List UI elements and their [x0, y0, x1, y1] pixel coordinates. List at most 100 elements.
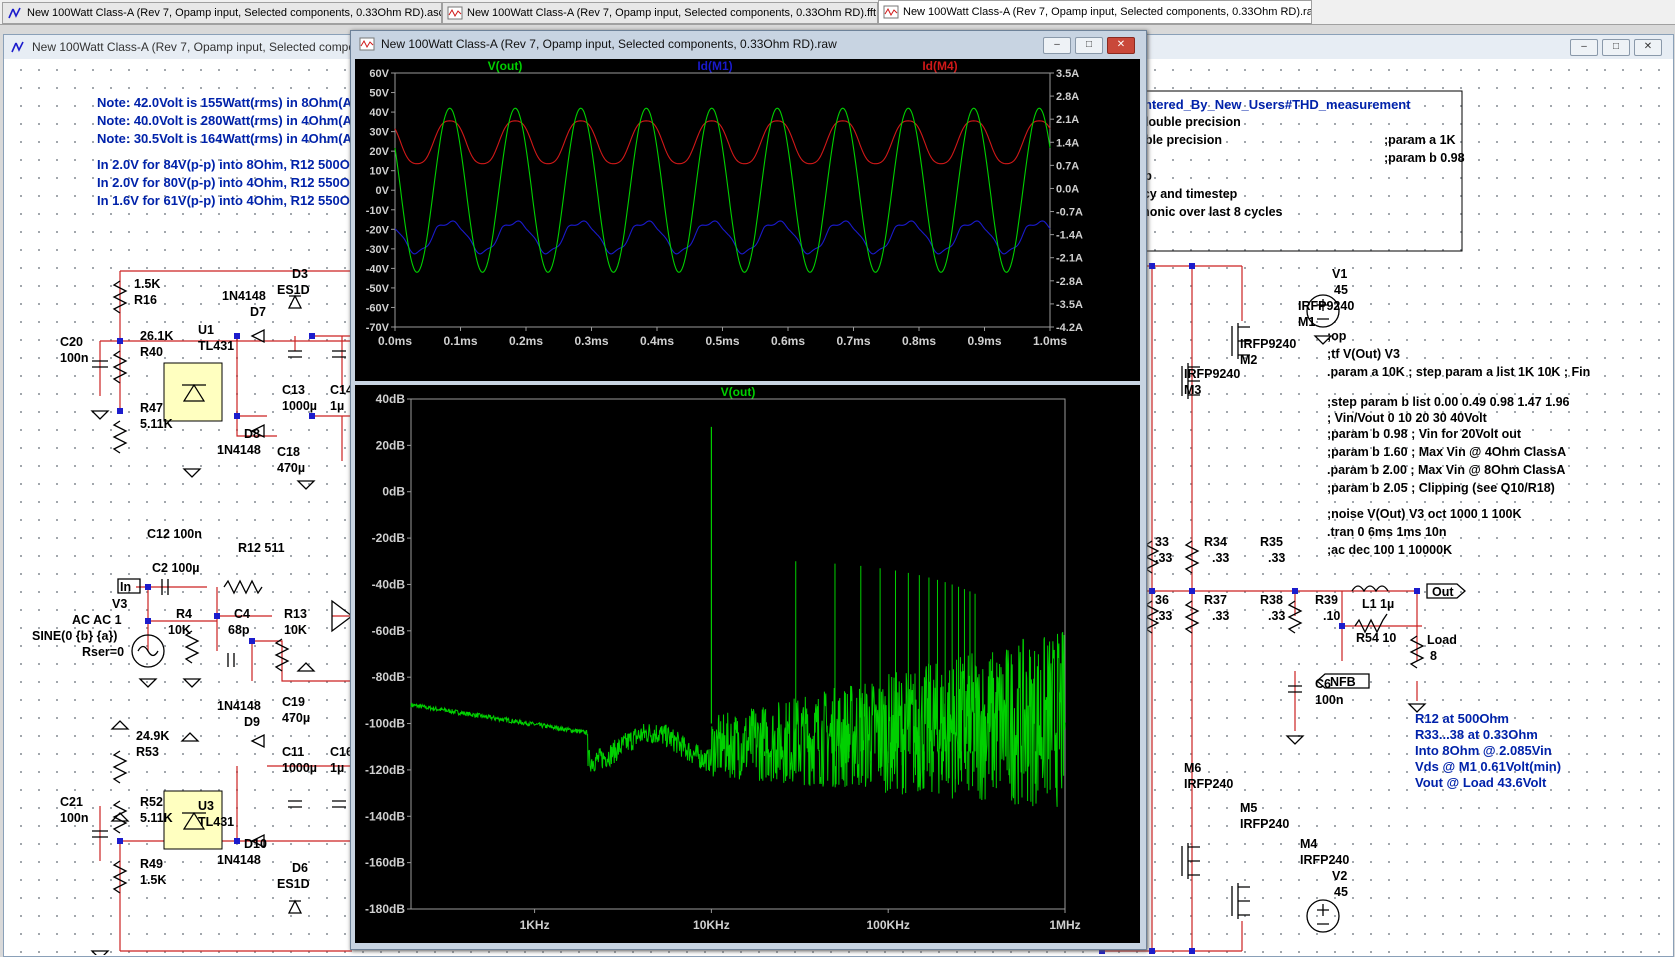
spice-directive[interactable]: ;param b 0.98 ; Vin for 20Volt out — [1327, 427, 1521, 441]
component-value[interactable]: .33 — [1155, 551, 1172, 565]
component-ref[interactable]: R49 — [140, 857, 163, 871]
component-value[interactable]: Rser=0 — [82, 645, 124, 659]
spice-directive[interactable]: .param a 10K ; step param a list 1K 10K … — [1327, 365, 1590, 379]
component-value[interactable]: TL431 — [198, 815, 234, 829]
component-ref[interactable]: R4 — [176, 607, 192, 621]
component-ref[interactable]: D10 — [244, 837, 267, 851]
spice-directive[interactable]: ;noise V(Out) V3 oct 1000 1 100K — [1327, 507, 1522, 521]
component-value[interactable]: 1.5K — [134, 277, 160, 291]
spice-directive[interactable]: ;step param b list 0.00 0.49 0.98 1.47 1… — [1327, 395, 1570, 409]
component-ref[interactable]: R40 — [140, 345, 163, 359]
component-value[interactable]: 1000µ — [282, 399, 317, 413]
close-button[interactable]: ✕ — [1634, 39, 1662, 56]
component-value[interactable]: 1N4148 — [217, 699, 261, 713]
component-value[interactable]: IRFP9240 — [1240, 337, 1296, 351]
component-ref[interactable]: D9 — [244, 715, 260, 729]
component-value[interactable]: SINE(0 {b} {a}) — [32, 629, 117, 643]
component-value[interactable]: 1N4148 — [217, 853, 261, 867]
component-ref[interactable]: M2 — [1240, 353, 1257, 367]
out-port-label[interactable]: Out — [1432, 585, 1454, 599]
transient-plot-pane[interactable]: 60V 50V 40V 30V 20V 10V 0V -10V -20V -30V -40V -50V… — [355, 59, 1140, 381]
component-ref[interactable]: D7 — [250, 305, 266, 319]
component-ref[interactable]: D6 — [292, 861, 308, 875]
component-label[interactable]: C2 100µ — [152, 561, 200, 575]
component-value[interactable]: 68p — [228, 623, 250, 637]
nfb-port-label[interactable]: NFB — [1330, 675, 1356, 689]
component-value[interactable]: .10 — [1323, 609, 1340, 623]
component-value[interactable]: 24.9K — [136, 729, 169, 743]
component-ref[interactable]: M5 — [1240, 801, 1257, 815]
spice-directive[interactable]: .param b 2.00 ; Max Vin @ 8Ohm ClassA — [1327, 463, 1565, 477]
component-value[interactable]: 100n — [1315, 693, 1344, 707]
component-value[interactable]: 45 — [1334, 885, 1348, 899]
component-ref[interactable]: C6 — [1315, 677, 1331, 691]
component-value[interactable]: .33 — [1155, 609, 1172, 623]
component-ref[interactable]: R34 — [1204, 535, 1227, 549]
component-ref[interactable]: U1 — [198, 323, 214, 337]
component-label[interactable]: L1 1µ — [1362, 597, 1394, 611]
component-value[interactable]: AC AC 1 — [72, 613, 122, 627]
component-ref[interactable]: V1 — [1332, 267, 1347, 281]
component-ref[interactable]: Load — [1427, 633, 1457, 647]
component-ref[interactable]: C13 — [282, 383, 305, 397]
component-value[interactable]: .33 — [1212, 609, 1229, 623]
component-ref[interactable]: M1 — [1298, 315, 1315, 329]
component-value[interactable]: 10K — [168, 623, 191, 637]
component-value[interactable]: 470µ — [277, 461, 305, 475]
component-ref[interactable]: U3 — [198, 799, 214, 813]
minimize-button[interactable]: ‒ — [1570, 39, 1598, 56]
component-value[interactable]: .33 — [1212, 551, 1229, 565]
tab-raw[interactable]: New 100Watt Class-A (Rev 7, Opamp input,… — [878, 0, 1312, 24]
component-value[interactable]: 1µ — [330, 399, 344, 413]
component-value[interactable]: 100n — [60, 811, 89, 825]
component-ref[interactable]: 36 — [1155, 593, 1169, 607]
component-value[interactable]: 26.1K — [140, 329, 173, 343]
component-value[interactable]: ES1D — [277, 877, 310, 891]
component-ref[interactable]: V3 — [112, 597, 127, 611]
component-ref[interactable]: 33 — [1155, 535, 1169, 549]
component-label[interactable]: R54 10 — [1356, 631, 1396, 645]
component-ref[interactable]: R38 — [1260, 593, 1283, 607]
component-value[interactable]: 470µ — [282, 711, 310, 725]
component-ref[interactable]: M6 — [1184, 761, 1201, 775]
component-value[interactable]: 8 — [1430, 649, 1437, 663]
minimize-button[interactable]: ‒ — [1043, 37, 1071, 54]
maximize-button[interactable]: □ — [1602, 39, 1630, 56]
component-value[interactable]: 1N4148 — [222, 289, 266, 303]
component-label[interactable]: R12 511 — [238, 541, 285, 555]
spice-directive[interactable]: ;param b 2.05 ; Clipping (see Q10/R18) — [1327, 481, 1555, 495]
component-ref[interactable]: C20 — [60, 335, 83, 349]
component-value[interactable]: ES1D — [277, 283, 310, 297]
component-value[interactable]: 1.5K — [140, 873, 166, 887]
component-value[interactable]: IRFP240 — [1184, 777, 1233, 791]
component-ref[interactable]: C11 — [282, 745, 304, 759]
component-ref[interactable]: R37 — [1204, 593, 1227, 607]
spice-directive[interactable]: ;ac dec 100 1 10000K — [1327, 543, 1452, 557]
in-port-label[interactable]: In — [120, 580, 131, 594]
component-value[interactable]: IRFP240 — [1240, 817, 1289, 831]
component-ref[interactable]: M4 — [1300, 837, 1317, 851]
spice-directive[interactable]: ;op — [1327, 329, 1346, 343]
component-value[interactable]: 1N4148 — [217, 443, 261, 457]
component-ref[interactable]: D3 — [292, 267, 308, 281]
spice-directive[interactable]: ;tf V(Out) V3 — [1327, 347, 1400, 361]
component-value[interactable]: 10K — [284, 623, 307, 637]
component-value[interactable]: 1000µ — [282, 761, 317, 775]
component-value[interactable]: 100n — [60, 351, 89, 365]
component-ref[interactable]: R35 — [1260, 535, 1283, 549]
component-ref[interactable]: R53 — [136, 745, 159, 759]
component-value[interactable]: IRFP9240 — [1184, 367, 1240, 381]
transient-chart[interactable]: 60V 50V 40V 30V 20V 10V 0V -10V -20V -30V -40V -50V… — [355, 59, 1140, 381]
component-ref[interactable]: M3 — [1184, 383, 1201, 397]
component-value[interactable]: 5.11K — [140, 417, 173, 431]
component-ref[interactable]: V2 — [1332, 869, 1347, 883]
component-value[interactable]: TL431 — [198, 339, 234, 353]
component-ref[interactable]: C18 — [277, 445, 300, 459]
component-label[interactable]: C12 100n — [147, 527, 202, 541]
component-ref[interactable]: R16 — [134, 293, 157, 307]
component-value[interactable]: 1µ — [330, 761, 344, 775]
maximize-button[interactable]: □ — [1075, 37, 1103, 54]
component-value[interactable]: IRFP9240 — [1298, 299, 1354, 313]
component-value[interactable]: 45 — [1334, 283, 1348, 297]
fft-plot-pane[interactable]: 40dB 20dB 0dB -20dB -40dB -60dB -80dB -100dB -12… — [355, 385, 1140, 943]
